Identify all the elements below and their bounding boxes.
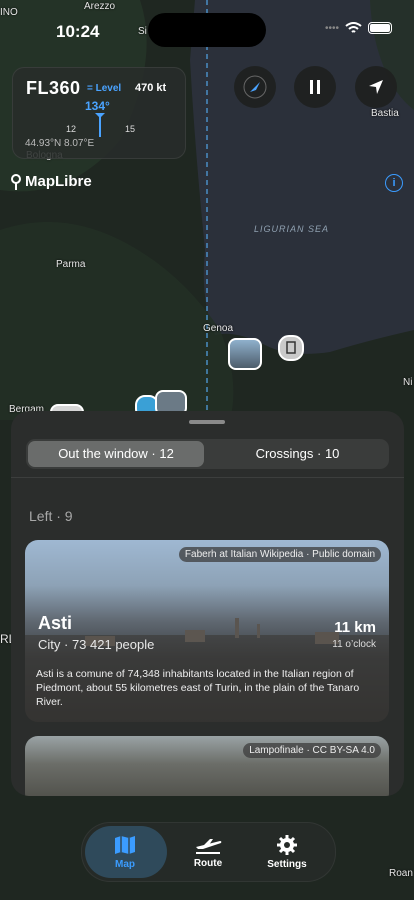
place-card[interactable]: Lampofinale · CC BY-SA 4.0 [25, 736, 389, 796]
tab-map[interactable]: Map [85, 823, 167, 881]
map-label-bastia: Bastia [371, 108, 399, 119]
photo-credit: Lampofinale · CC BY-SA 4.0 [243, 743, 381, 758]
place-card[interactable]: Faberh at Italian Wikipedia · Public dom… [25, 540, 389, 722]
place-clock-direction: 11 o’clock [332, 639, 376, 650]
info-icon[interactable]: i [385, 174, 403, 192]
heading-indicator-icon [95, 113, 105, 137]
maplibre-logo: MapLibre [10, 173, 92, 190]
pause-button[interactable] [294, 66, 336, 108]
tab-out-the-window[interactable]: Out the window · 12 [28, 441, 204, 467]
heading-tick-right: 15 [125, 124, 136, 134]
sea-label: LIGURIAN SEA [254, 224, 330, 234]
map-label-genoa: Genoa [203, 323, 234, 334]
ground-speed: 470 kt [135, 82, 167, 94]
map-icon [115, 836, 135, 854]
brand-name: MapLibre [25, 173, 92, 190]
battery-icon [368, 22, 392, 34]
cellular-icon: •••• [324, 22, 339, 34]
tab-settings-label: Settings [267, 859, 307, 870]
heading-value: 134° [85, 99, 110, 113]
place-name: Asti [38, 613, 73, 633]
wifi-icon [345, 22, 362, 33]
photo-pin[interactable] [228, 338, 262, 370]
airplane-icon [196, 839, 222, 854]
place-distance: 11 km [334, 619, 376, 636]
bottom-sheet[interactable]: Out the window · 12 Crossings · 10 Left … [11, 411, 404, 796]
dynamic-island [148, 13, 266, 47]
document-pin[interactable] [278, 335, 304, 361]
gear-icon [277, 835, 297, 855]
sheet-grabber[interactable] [189, 420, 225, 424]
view-segmented-control[interactable]: Out the window · 12 Crossings · 10 [26, 439, 389, 469]
flight-level: FL360 [26, 78, 81, 98]
place-description: Asti is a comune of 74,348 inhabitants l… [36, 668, 360, 708]
map-label-roan: Roan [389, 868, 413, 879]
status-icons: •••• [325, 22, 392, 34]
tab-route-label: Route [193, 858, 223, 869]
tab-bar: Map Route Settings [81, 822, 336, 882]
map-pin-icon [11, 173, 21, 190]
photo-credit: Faberh at Italian Wikipedia · Public dom… [178, 547, 381, 562]
tab-map-label: Map [115, 859, 135, 870]
section-title: Left · 9 [29, 508, 73, 524]
pause-icon [310, 80, 320, 94]
status-time: 10:24 [56, 22, 100, 41]
tab-settings[interactable]: Settings [247, 823, 327, 881]
map-label-parma: Parma [56, 259, 86, 270]
locate-button[interactable] [355, 66, 397, 108]
map-label-nice: Ni [403, 377, 413, 388]
status-bar: 10:24 •••• [0, 0, 414, 60]
tab-route[interactable]: Route [168, 823, 248, 881]
compass-icon [243, 75, 267, 99]
divider [11, 477, 404, 478]
compass-button[interactable] [234, 66, 276, 108]
location-arrow-icon [369, 80, 383, 94]
document-icon [286, 341, 296, 354]
level-status: = Level [87, 83, 122, 94]
heading-tick-left: 12 [66, 124, 77, 134]
tab-crossings[interactable]: Crossings · 10 [208, 441, 387, 467]
flight-info-panel: FL360 = Level 470 kt 134° 12 15 44.93°N … [12, 67, 186, 159]
coordinates: 44.93°N 8.07°E [25, 138, 95, 149]
place-meta: City · 73 421 people [38, 637, 155, 652]
